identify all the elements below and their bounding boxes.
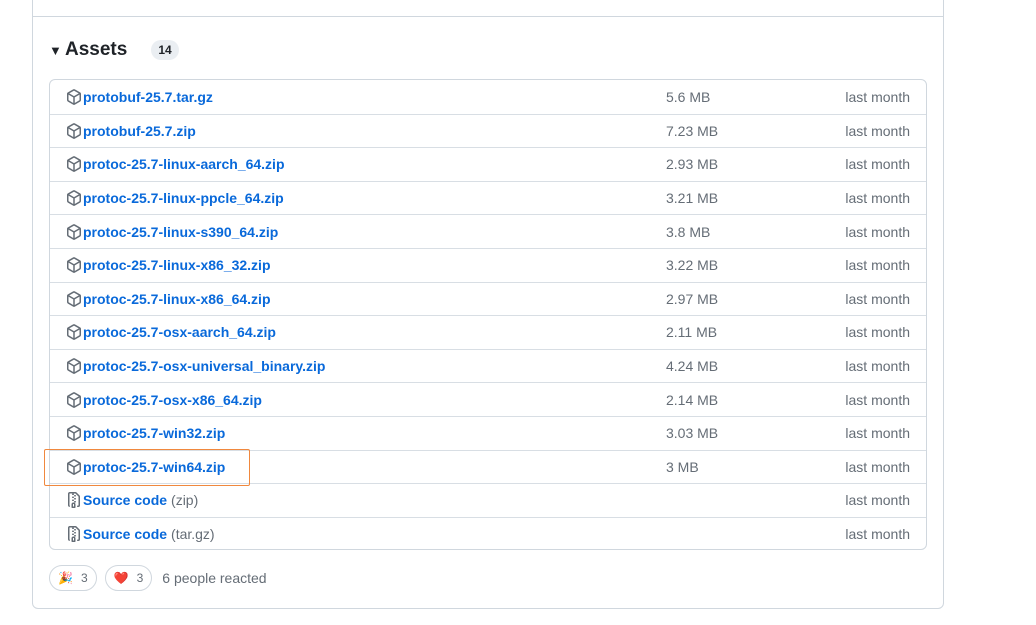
asset-download-link[interactable]: protoc-25.7-linux-ppcle_64.zip	[66, 182, 284, 215]
asset-name: protobuf-25.7.zip	[83, 122, 196, 139]
asset-name: protoc-25.7-linux-x86_32.zip	[83, 257, 271, 274]
asset-date: last month	[845, 425, 910, 442]
reaction-count: 3	[136, 571, 144, 585]
package-icon	[66, 391, 82, 408]
asset-date: last month	[845, 88, 910, 105]
asset-download-link[interactable]: Source code (tar.gz)	[66, 518, 215, 549]
asset-name: protobuf-25.7.tar.gz	[83, 88, 213, 105]
asset-date: last month	[845, 391, 910, 408]
asset-download-link[interactable]: protobuf-25.7.tar.gz	[66, 80, 213, 114]
asset-date: last month	[845, 492, 910, 509]
asset-name: protoc-25.7-linux-ppcle_64.zip	[83, 190, 284, 207]
asset-row: protoc-25.7-osx-aarch_64.zip 2.11 MB last …	[50, 315, 926, 349]
asset-row: protoc-25.7-win64.zip 3 MB last month	[50, 449, 926, 484]
asset-name: protoc-25.7-osx-x86_64.zip	[83, 391, 262, 408]
package-icon	[66, 257, 82, 274]
asset-size: 3.22 MB	[666, 257, 719, 274]
heart-emoji-icon: ❤️	[113, 571, 129, 585]
asset-date: last month	[845, 190, 910, 207]
package-icon	[66, 291, 82, 307]
asset-date: last month	[845, 223, 910, 240]
reactions-bar: 🎉 3 ❤️ 3 6 people reacted	[49, 565, 267, 591]
asset-row: protoc-25.7-win32.zip 3.03 MB last month	[50, 415, 926, 450]
asset-date: last month	[845, 290, 910, 307]
asset-size: 3 MB	[666, 458, 699, 475]
asset-name: protoc-25.7-osx-aarch_64.zip	[83, 324, 276, 341]
asset-row: Source code (tar.gz) last month	[50, 516, 926, 549]
asset-row: protoc-25.7-linux-x86_32.zip 3.22 MB last …	[50, 247, 926, 282]
asset-download-link[interactable]: Source code (zip)	[66, 484, 198, 517]
asset-date: last month	[845, 122, 910, 139]
asset-name: protoc-25.7-win32.zip	[83, 425, 226, 442]
file-zip-icon	[66, 526, 82, 543]
asset-download-link[interactable]: protoc-25.7-osx-x86_64.zip	[66, 383, 262, 416]
asset-name: protoc-25.7-linux-s390_64.zip	[83, 223, 279, 240]
reaction-count: 3	[80, 571, 88, 585]
reactions-summary[interactable]: 6 people reacted	[162, 570, 266, 586]
asset-download-link[interactable]: protoc-25.7-linux-x86_32.zip	[66, 249, 271, 282]
asset-row: protoc-25.7-osx-universal_binary.zip 4.24…	[50, 348, 926, 383]
asset-name: protoc-25.7-osx-universal_binary.zip	[83, 358, 326, 375]
asset-name: Source code	[83, 492, 168, 509]
reaction-tada-button[interactable]: 🎉 3	[49, 565, 97, 591]
assets-title: Assets	[65, 39, 128, 60]
asset-date: last month	[845, 257, 910, 274]
assets-list: protobuf-25.7.tar.gz 5.6 MB last month prot…	[49, 79, 927, 550]
asset-row: protobuf-25.7.tar.gz 5.6 MB last month	[50, 80, 926, 114]
asset-date: last month	[845, 156, 910, 173]
asset-format-suffix: (zip)	[171, 492, 199, 509]
package-icon	[66, 88, 82, 105]
package-icon	[66, 324, 82, 341]
asset-download-link[interactable]: protoc-25.7-linux-x86_64.zip	[66, 283, 271, 316]
asset-download-link[interactable]: protobuf-25.7.zip	[66, 115, 196, 148]
caret-down-icon: ▼	[49, 42, 62, 58]
asset-size: 3.21 MB	[666, 190, 719, 207]
package-icon	[66, 223, 82, 240]
asset-format-suffix: (tar.gz)	[171, 526, 215, 543]
section-divider	[33, 16, 943, 17]
package-icon	[66, 358, 82, 374]
asset-download-link[interactable]: protoc-25.7-osx-aarch_64.zip	[66, 316, 276, 349]
package-icon	[66, 190, 82, 206]
asset-size: 7.23 MB	[666, 122, 719, 139]
asset-size: 2.14 MB	[666, 391, 719, 408]
assets-count-badge: 14	[151, 40, 179, 60]
asset-name: Source code	[83, 526, 168, 543]
package-icon	[66, 156, 82, 173]
asset-row: protoc-25.7-osx-x86_64.zip 2.14 MB last mo…	[50, 382, 926, 416]
reaction-heart-button[interactable]: ❤️ 3	[104, 565, 153, 591]
asset-size: 4.24 MB	[666, 358, 719, 375]
tada-emoji-icon: 🎉	[58, 571, 73, 585]
asset-date: last month	[845, 324, 910, 341]
asset-name: protoc-25.7-win64.zip	[83, 458, 226, 475]
asset-name: protoc-25.7-linux-x86_64.zip	[83, 290, 271, 307]
package-icon	[66, 123, 82, 139]
asset-name: protoc-25.7-linux-aarch_64.zip	[83, 156, 285, 173]
asset-download-link[interactable]: protoc-25.7-win64.zip	[66, 451, 225, 484]
asset-download-link[interactable]: protoc-25.7-linux-s390_64.zip	[66, 215, 278, 248]
asset-download-link[interactable]: protoc-25.7-linux-aarch_64.zip	[66, 148, 285, 181]
package-icon	[66, 425, 82, 442]
asset-size: 2.11 MB	[666, 324, 718, 341]
asset-row: protoc-25.7-linux-ppcle_64.zip 3.21 MB las…	[50, 180, 926, 215]
asset-row: protoc-25.7-linux-aarch_64.zip 2.93 MB las…	[50, 147, 926, 181]
asset-date: last month	[845, 458, 910, 475]
asset-date: last month	[845, 358, 910, 375]
asset-size: 2.97 MB	[666, 290, 719, 307]
asset-row: protobuf-25.7.zip 7.23 MB last month	[50, 113, 926, 148]
asset-row: protoc-25.7-linux-s390_64.zip 3.8 MB last …	[50, 214, 926, 248]
assets-toggle[interactable]: ▼ Assets 14	[49, 39, 179, 61]
asset-row: protoc-25.7-linux-x86_64.zip 2.97 MB last …	[50, 281, 926, 316]
asset-size: 3.03 MB	[666, 425, 719, 442]
package-icon	[66, 458, 82, 475]
file-zip-icon	[66, 492, 82, 509]
asset-size: 3.8 MB	[666, 223, 711, 240]
asset-row: Source code (zip) last month	[50, 483, 926, 517]
asset-date: last month	[845, 526, 910, 543]
asset-download-link[interactable]: protoc-25.7-win32.zip	[66, 417, 225, 450]
asset-download-link[interactable]: protoc-25.7-osx-universal_binary.zip	[66, 350, 325, 383]
asset-size: 5.6 MB	[666, 88, 711, 105]
asset-size: 2.93 MB	[666, 156, 719, 173]
release-card: ▼ Assets 14 protobuf-25.7.tar.gz 5.6 MB la…	[32, 0, 944, 609]
